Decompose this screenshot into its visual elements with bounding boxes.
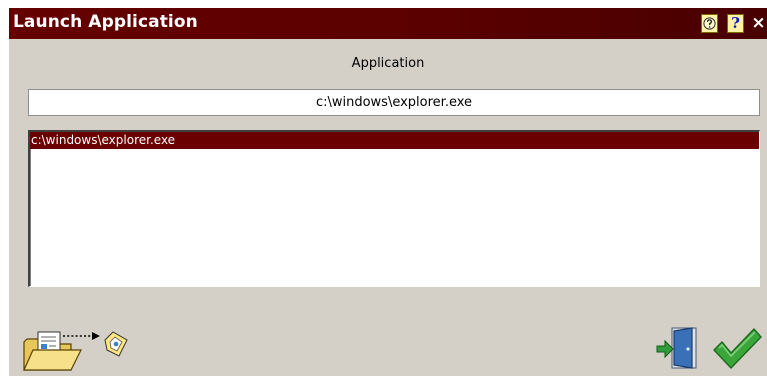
- application-list[interactable]: c:\windows\explorer.exe: [28, 130, 760, 287]
- application-label: Application: [351, 56, 425, 71]
- context-help-icon[interactable]: [701, 14, 718, 33]
- title-bar[interactable]: Launch Application ? ×: [9, 8, 767, 39]
- checkmark-icon: [713, 328, 762, 369]
- folder-open-icon: [23, 331, 128, 371]
- close-button[interactable]: ×: [750, 14, 767, 33]
- list-item[interactable]: c:\windows\explorer.exe: [30, 132, 759, 149]
- launch-application-dialog: Launch Application ? × Application c:\wi…: [9, 8, 767, 376]
- application-path-input[interactable]: [28, 89, 760, 116]
- exit-door-icon: [656, 327, 697, 369]
- browse-button[interactable]: [21, 324, 129, 374]
- help-button[interactable]: ?: [727, 14, 744, 33]
- ok-button[interactable]: [711, 326, 763, 372]
- dialog-title: Launch Application: [13, 12, 198, 32]
- exit-button[interactable]: [654, 324, 702, 372]
